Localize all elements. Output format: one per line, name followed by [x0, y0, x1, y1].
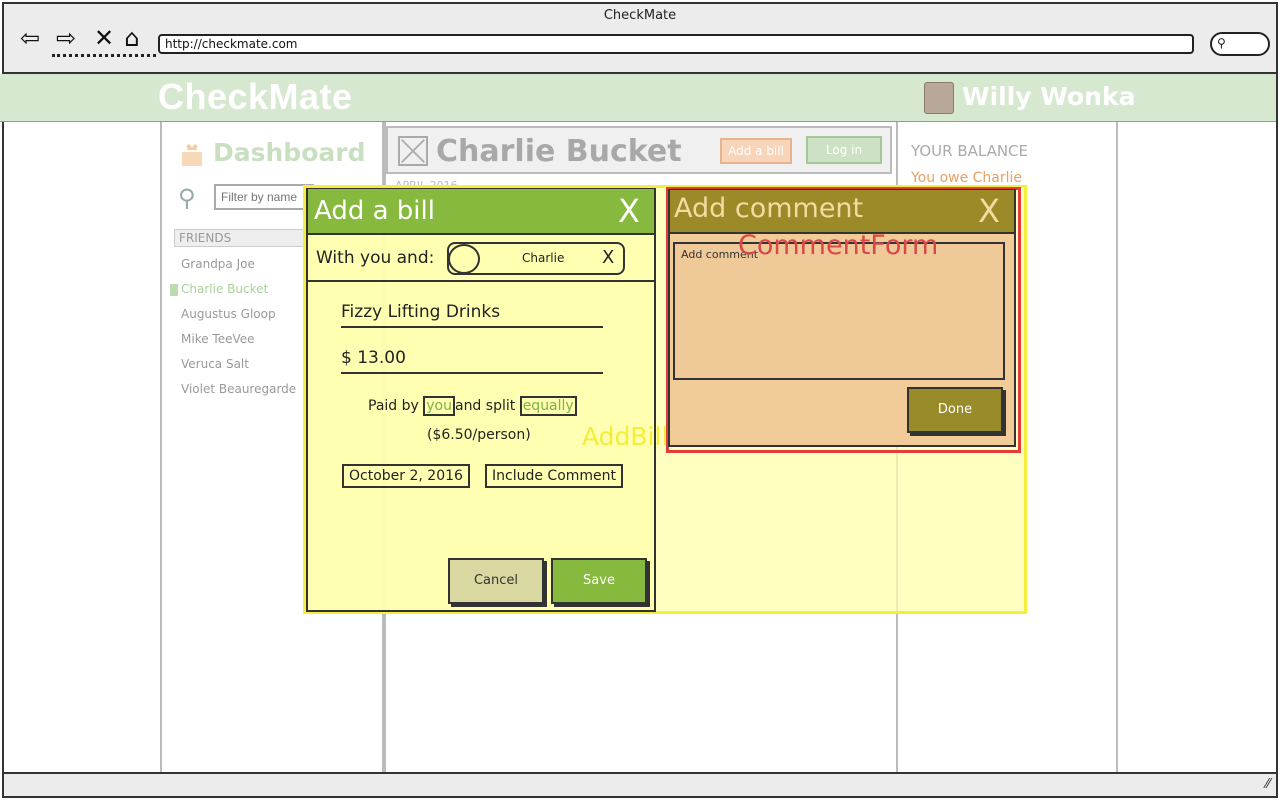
date-picker[interactable]: October 2, 2016	[342, 464, 470, 488]
per-person-amount: ($6.50/person)	[427, 427, 531, 443]
amount-field[interactable]: $ 13.00	[341, 348, 603, 374]
add-bill-title: Add a bill	[314, 196, 435, 226]
comment-form-annotation: CommentForm	[738, 230, 939, 261]
include-comment-button[interactable]: Include Comment	[485, 464, 624, 488]
remove-friend-button[interactable]: X	[602, 247, 614, 268]
browser-search[interactable]: ⚲	[1210, 32, 1270, 56]
window-title: CheckMate	[603, 8, 677, 23]
add-bill-button[interactable]: Add a bill	[720, 138, 792, 164]
sidebar-item-grandpa-joe[interactable]: Grandpa Joe	[181, 257, 255, 271]
done-button[interactable]: Done	[907, 387, 1003, 433]
sidebar-item-violet-beauregarde[interactable]: Violet Beauregarde	[181, 382, 296, 396]
paid-by-line: Paid by you and split equally	[368, 396, 577, 416]
app-header: CheckMate Willy Wonka	[0, 74, 1276, 122]
paid-by-select[interactable]: you	[423, 396, 455, 416]
add-bill-close-button[interactable]: X	[618, 192, 640, 230]
image-placeholder-icon	[398, 136, 428, 166]
page-title: Charlie Bucket	[436, 134, 682, 169]
nav-dots	[52, 54, 156, 57]
filter-input[interactable]	[214, 184, 314, 210]
resize-icon[interactable]: ⁄⁄	[1266, 777, 1270, 792]
brand-logo[interactable]: CheckMate	[158, 76, 353, 118]
with-friend-name: Charlie	[522, 251, 565, 265]
comment-textarea[interactable]	[673, 242, 1005, 380]
friends-heading: FRIENDS	[174, 229, 314, 247]
avatar[interactable]	[924, 82, 954, 114]
search-icon: ⚲	[1217, 36, 1226, 50]
sidebar-item-mike-teevee[interactable]: Mike TeeVee	[181, 332, 255, 346]
forward-arrow-icon[interactable]: ⇨	[52, 24, 80, 52]
login-button[interactable]: Log in	[806, 136, 882, 164]
dashboard-title: Dashboard	[213, 138, 366, 167]
description-field[interactable]: Fizzy Lifting Drinks	[341, 302, 603, 328]
home-icon[interactable]: ⌂	[118, 24, 146, 52]
browser-titlebar: CheckMate ⇦ ⇨ ✕ ⌂ http://checkmate.com ⚲	[4, 4, 1276, 74]
dashboard-icon	[182, 144, 202, 166]
split-label: and split	[454, 398, 516, 414]
balance-label: YOUR BALANCE	[911, 142, 1029, 160]
add-comment-title: Add comment	[674, 193, 864, 224]
paid-by-label: Paid by	[368, 398, 419, 414]
sidebar-item-veruca-salt[interactable]: Veruca Salt	[181, 357, 249, 371]
browser-statusbar: ⁄⁄	[4, 772, 1276, 796]
back-arrow-icon[interactable]: ⇦	[16, 24, 44, 52]
save-button[interactable]: Save	[551, 558, 647, 604]
search-icon: ⚲	[178, 184, 196, 212]
balance-text: You owe Charlie	[911, 170, 1023, 186]
sidebar-item-charlie-bucket[interactable]: Charlie Bucket	[181, 282, 268, 296]
with-label: With you and:	[316, 248, 435, 268]
cancel-button[interactable]: Cancel	[448, 558, 544, 604]
friend-avatar-icon	[448, 244, 480, 274]
active-friend-marker	[170, 284, 178, 296]
url-bar[interactable]: http://checkmate.com	[158, 34, 1194, 54]
sidebar-item-augustus-gloop[interactable]: Augustus Gloop	[181, 307, 276, 321]
split-select[interactable]: equally	[519, 396, 577, 416]
user-name[interactable]: Willy Wonka	[962, 82, 1135, 111]
add-comment-close-button[interactable]: X	[978, 192, 1000, 230]
close-icon[interactable]: ✕	[90, 24, 118, 52]
